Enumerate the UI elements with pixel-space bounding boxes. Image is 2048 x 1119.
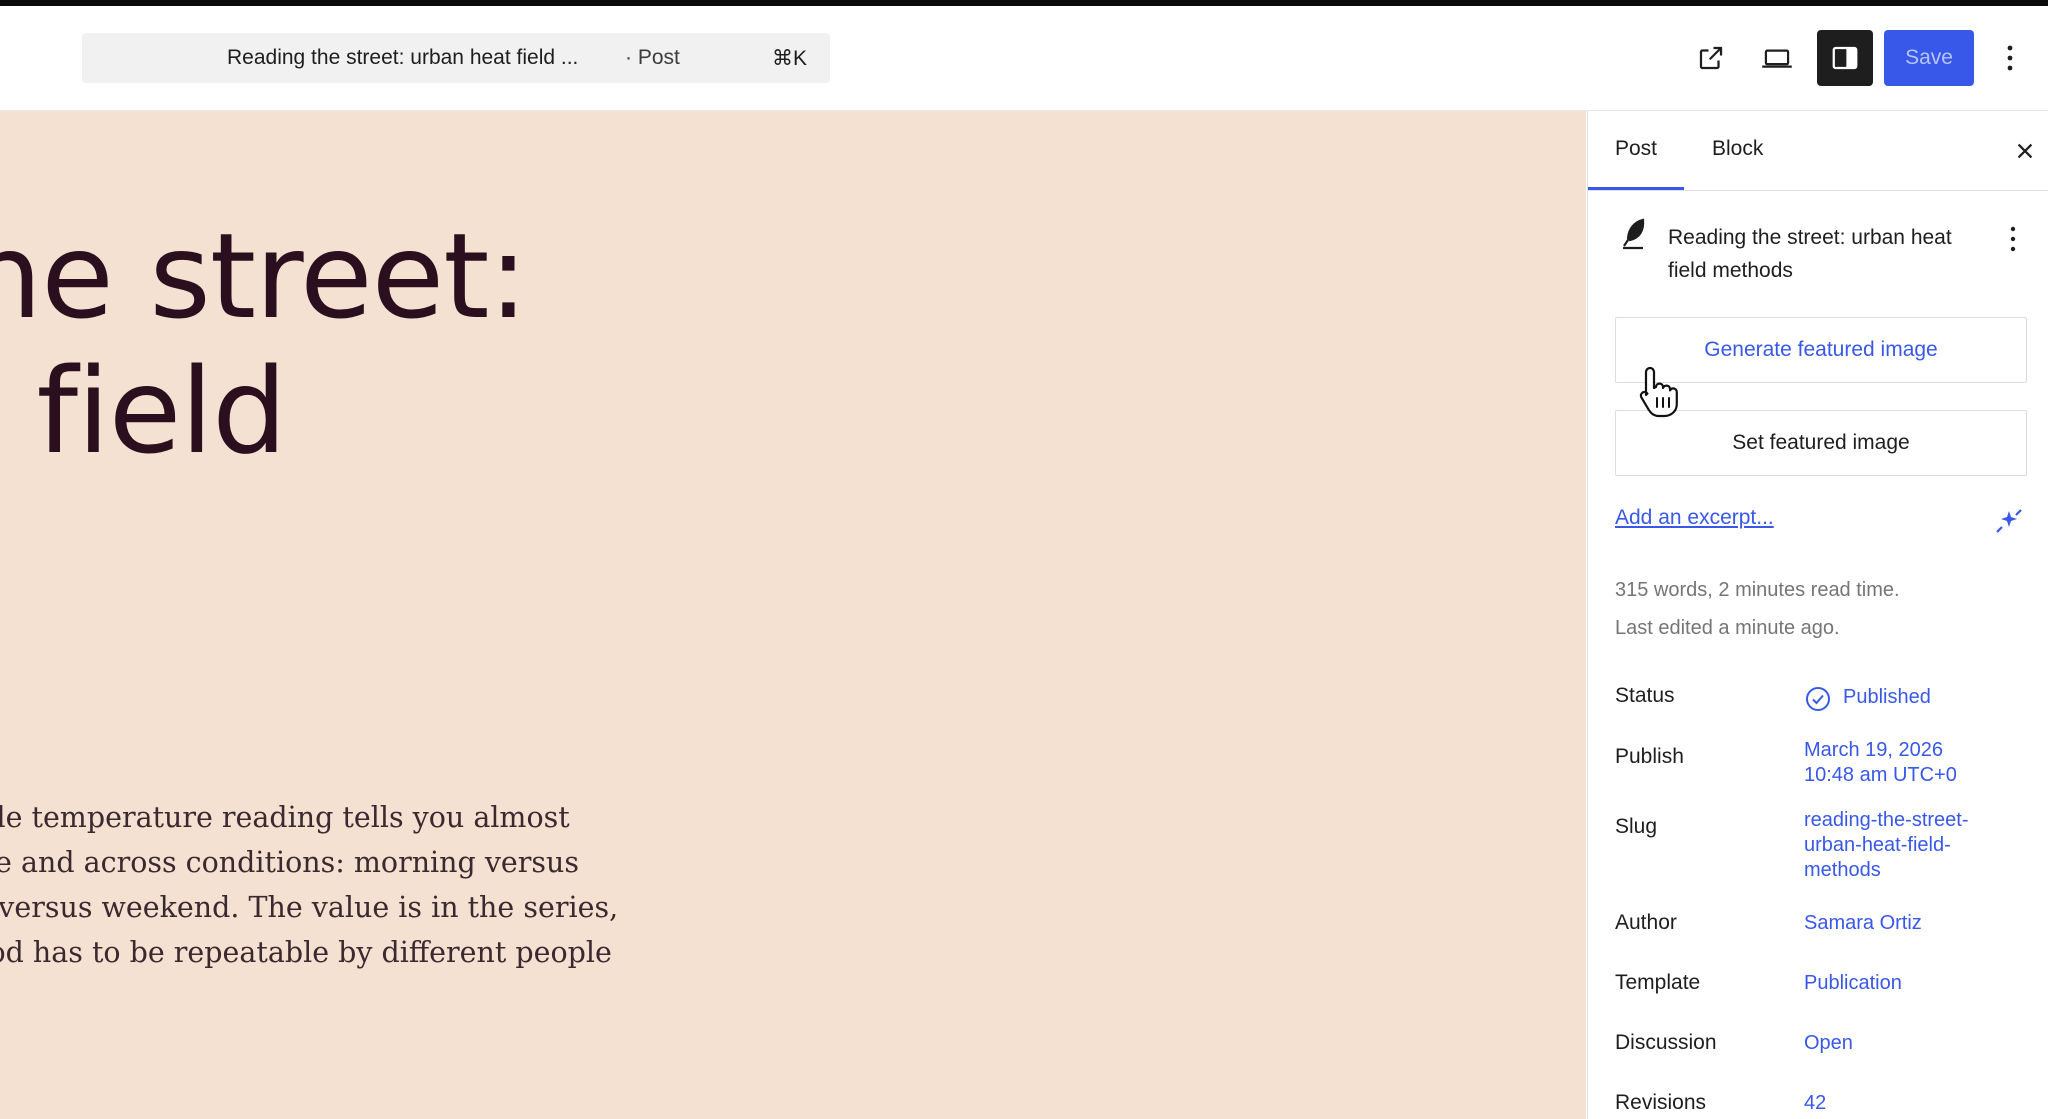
options-button[interactable] <box>1985 30 2035 86</box>
post-content-block[interactable]: matter A single temperature reading tell… <box>0 795 800 1020</box>
last-edited: Last edited a minute ago. <box>1615 617 1840 639</box>
external-link-icon <box>1699 46 1723 70</box>
status-value[interactable]: Published <box>1843 685 2048 710</box>
tab-block[interactable]: Block <box>1712 137 1763 161</box>
sidebar-toggle-icon <box>1832 46 1858 70</box>
active-tab-indicator <box>1588 187 1684 190</box>
editor-header: Reading the street: urban heat field ...… <box>0 6 2048 111</box>
add-excerpt-link[interactable]: Add an excerpt... <box>1615 506 1774 530</box>
editor-canvas[interactable]: ng the street: heat field ods matter A s… <box>0 111 1586 1119</box>
slug-label: Slug <box>1615 815 1658 838</box>
ai-sparkle-icon[interactable] <box>1992 504 2026 538</box>
slug-value[interactable]: reading-the-street- urban-heat-field- me… <box>1804 808 2034 883</box>
revisions-value[interactable]: 42 <box>1804 1091 2034 1116</box>
publish-label: Publish <box>1615 745 1684 768</box>
settings-sidebar: Post Block Reading the street: urban hea… <box>1587 111 2048 1119</box>
editor-window: Reading the street: urban heat field ...… <box>0 0 2048 1119</box>
save-button[interactable]: Save <box>1884 30 1974 86</box>
check-circle-icon <box>1806 687 1830 711</box>
feather-icon <box>1623 218 1645 250</box>
settings-toggle-button[interactable] <box>1817 30 1873 86</box>
document-title: Reading the street: urban heat field ... <box>227 46 579 69</box>
word-count: 315 words, 2 minutes read time. <box>1615 579 1900 601</box>
revisions-label: Revisions <box>1615 1091 1707 1114</box>
status-label: Status <box>1615 684 1675 707</box>
desktop-preview-icon <box>1762 49 1792 68</box>
template-label: Template <box>1615 971 1701 994</box>
more-vertical-icon <box>2007 45 2013 71</box>
close-sidebar-button[interactable] <box>2008 134 2042 168</box>
command-palette-bar[interactable]: Reading the street: urban heat field ...… <box>82 33 830 83</box>
author-label: Author <box>1615 911 1677 934</box>
post-card-title: Reading the street: urban heat field met… <box>1668 226 1952 282</box>
shortcut-hint: ⌘K <box>772 47 808 70</box>
device-preview-button[interactable] <box>1749 30 1805 86</box>
publish-value[interactable]: March 19, 2026 10:48 am UTC+0 <box>1804 738 2034 788</box>
hand-pointer-icon <box>1639 366 1678 418</box>
discussion-value[interactable]: Open <box>1804 1031 2034 1056</box>
view-post-button[interactable] <box>1683 30 1739 86</box>
tab-post[interactable]: Post <box>1615 137 1657 161</box>
document-type: · Post <box>625 46 680 69</box>
discussion-label: Discussion <box>1615 1031 1717 1054</box>
post-title-block[interactable]: ng the street: heat field ods <box>0 209 838 614</box>
sidebar-tabs: Post Block <box>1588 111 2048 191</box>
more-vertical-icon <box>2010 226 2016 252</box>
close-icon <box>2017 143 2033 159</box>
template-value[interactable]: Publication <box>1804 971 2034 996</box>
author-value[interactable]: Samara Ortiz <box>1804 911 2034 936</box>
post-actions-button[interactable] <box>1998 219 2028 259</box>
